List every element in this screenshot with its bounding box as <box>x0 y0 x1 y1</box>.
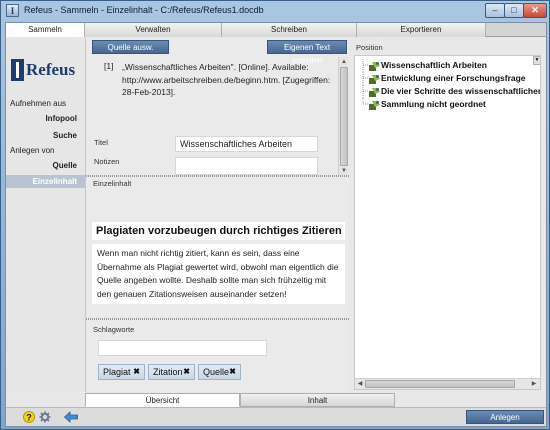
nav-item-infopool[interactable]: Infopool <box>45 114 77 123</box>
tab-exportieren[interactable]: Exportieren <box>357 23 486 37</box>
left-navigation: Refeus Aufnehmen aus Infopool Suche Anle… <box>6 38 85 392</box>
remove-tag-icon[interactable]: ✖ <box>183 365 190 379</box>
refeus-logo: Refeus <box>11 59 83 81</box>
scroll-down-arrow-icon[interactable]: ▼ <box>340 167 348 175</box>
title-field[interactable]: Wissenschaftliches Arbeiten <box>175 136 318 152</box>
tab-uebersicht[interactable]: Übersicht <box>85 393 240 407</box>
keyword-tag-label: Plagiat <box>103 367 131 377</box>
position-panel: Position ▼ Wissenschaftlich Arbeiten Ent… <box>350 38 546 392</box>
position-tree: ▼ Wissenschaftlich Arbeiten Entwicklung … <box>354 55 541 390</box>
remove-tag-icon[interactable]: ✖ <box>229 365 236 379</box>
svg-text:?: ? <box>26 413 32 423</box>
minimize-button[interactable]: – <box>485 3 505 18</box>
window-title: Refeus - Sammeln - Einzelinhalt - C:/Ref… <box>24 5 264 15</box>
keyword-tag-label: Quelle <box>203 367 230 377</box>
tree-item[interactable]: Entwicklung einer Forschungsfrage <box>358 72 540 85</box>
nav-heading-aufnehmen: Aufnehmen aus <box>10 99 67 108</box>
remove-tag-icon[interactable]: ✖ <box>133 365 140 379</box>
title-label: Titel <box>94 138 108 147</box>
logo-text: Refeus <box>26 60 76 79</box>
tree-item-label: Entwicklung einer Forschungsfrage <box>381 73 526 83</box>
tree-item[interactable]: Wissenschaftlich Arbeiten <box>358 59 538 72</box>
reference-number: [1] <box>104 61 114 71</box>
nav-item-quelle[interactable]: Quelle <box>53 161 77 170</box>
footer-bar: ? Anlegen <box>6 407 546 426</box>
content-paragraph[interactable]: Wenn man nicht richtig zitiert, kann es … <box>92 244 345 304</box>
tree-branch-icon <box>362 72 368 85</box>
tree-branch-icon <box>362 98 368 105</box>
logo-mark <box>11 59 24 81</box>
scroll-right-arrow-icon[interactable]: ▶ <box>530 380 538 388</box>
folder-leaf-icon <box>369 62 380 71</box>
tab-sammeln[interactable]: Sammeln <box>6 23 85 37</box>
back-arrow-icon[interactable] <box>64 411 78 423</box>
tree-branch-icon <box>362 85 368 98</box>
editor-panel: Quelle ausw. Eigenen Text erstellen [1] … <box>85 38 350 392</box>
folder-leaf-icon <box>369 88 380 97</box>
client-area: Sammeln Verwalten Schreiben Exportieren … <box>5 22 547 427</box>
maximize-button[interactable]: □ <box>504 3 524 18</box>
scroll-up-arrow-icon[interactable]: ▲ <box>340 58 348 66</box>
create-own-text-button[interactable]: Eigenen Text erstellen <box>267 40 347 65</box>
splitter-top[interactable] <box>86 175 350 177</box>
tab-schreiben[interactable]: Schreiben <box>222 23 357 37</box>
tree-item-label: Wissenschaftlich Arbeiten <box>381 60 487 70</box>
tree-item[interactable]: Sammlung nicht geordnet <box>358 98 538 111</box>
keyword-tag: Quelle ✖ <box>198 364 241 380</box>
gear-icon[interactable] <box>39 411 51 423</box>
reference-scrollbar[interactable]: ▲ ▼ <box>338 57 348 176</box>
keyword-tag: Plagiat ✖ <box>98 364 145 380</box>
reference-box: [1] „Wissenschaftliches Arbeiten". [Onli… <box>92 57 340 127</box>
folder-leaf-icon <box>369 75 380 84</box>
notes-label: Notizen <box>94 157 120 166</box>
tab-verwalten[interactable]: Verwalten <box>85 23 222 37</box>
reference-text: „Wissenschaftliches Arbeiten". [Online].… <box>122 62 331 97</box>
application-window: I Refeus - Sammeln - Einzelinhalt - C:/R… <box>0 0 550 430</box>
close-button[interactable]: ✕ <box>523 3 547 18</box>
notes-field[interactable] <box>175 157 318 175</box>
nav-item-suche[interactable]: Suche <box>53 131 77 140</box>
tree-item-label: Sammlung nicht geordnet <box>381 99 486 109</box>
keyword-tag: Zitation ✖ <box>148 364 195 380</box>
scroll-left-arrow-icon[interactable]: ◀ <box>356 380 364 388</box>
select-source-button[interactable]: Quelle ausw. <box>92 40 169 54</box>
scroll-thumb[interactable] <box>365 380 515 388</box>
help-icon[interactable]: ? <box>23 411 35 423</box>
content-section-label: Einzelinhalt <box>93 179 132 188</box>
tree-horizontal-scrollbar[interactable]: ◀ ▶ <box>355 378 540 389</box>
keywords-label: Schlagworte <box>93 325 135 334</box>
folder-leaf-icon <box>369 101 380 110</box>
keyword-input[interactable] <box>98 340 267 356</box>
scroll-thumb[interactable] <box>340 67 348 166</box>
tab-inhalt[interactable]: Inhalt <box>240 393 395 407</box>
title-bar[interactable]: I Refeus - Sammeln - Einzelinhalt - C:/R… <box>1 1 549 21</box>
position-label: Position <box>356 43 383 52</box>
splitter-bottom[interactable] <box>86 318 350 320</box>
main-tabs: Sammeln Verwalten Schreiben Exportieren <box>6 23 546 37</box>
nav-heading-anlegen: Anlegen von <box>10 146 55 155</box>
tree-item[interactable]: Die vier Schritte des wissenschaftlichen <box>358 85 541 98</box>
app-icon: I <box>6 4 19 17</box>
nav-item-einzelinhalt[interactable]: Einzelinhalt <box>6 175 85 188</box>
tree-item-label: Die vier Schritte des wissenschaftlichen <box>381 86 541 96</box>
keyword-tag-label: Zitation <box>153 367 183 377</box>
tree-branch-icon <box>362 59 368 72</box>
content-heading[interactable]: Plagiaten vorzubeugen durch richtiges Zi… <box>92 222 345 240</box>
create-button[interactable]: Anlegen <box>466 410 544 424</box>
bottom-tabs: Übersicht Inhalt <box>85 393 395 407</box>
